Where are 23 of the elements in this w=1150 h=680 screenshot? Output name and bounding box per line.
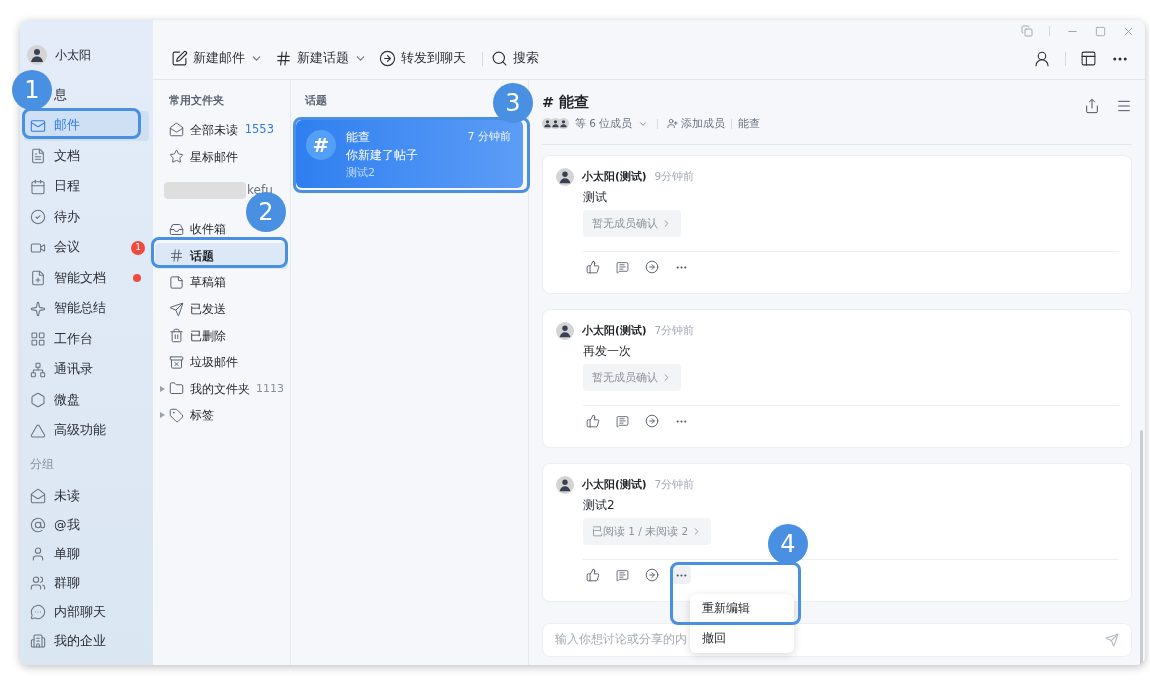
thread-title: # 能查 (542, 93, 591, 112)
item-count: 1113 (256, 380, 284, 397)
section-heading: 分组 (30, 455, 54, 473)
topic-avatar: # (306, 130, 336, 160)
topic-summary: 你新建了帖子 (346, 147, 419, 164)
section-heading: 常用文件夹 (169, 92, 224, 109)
author-name: 小太阳(测试) (582, 323, 647, 339)
topic-time: 7 分钟前 (467, 128, 511, 145)
author-name: 小太阳(测试) (582, 169, 647, 185)
message-text: 测试2 (583, 497, 616, 514)
section-heading: 话题 (305, 92, 327, 109)
message-time: 9分钟前 (654, 169, 695, 185)
unread-count: 1553 (244, 120, 274, 138)
thread-tag: 能查 (738, 116, 761, 132)
user-name: 小太阳 (55, 47, 91, 64)
message-time: 7分钟前 (654, 477, 695, 493)
topic-title: 能查 (346, 129, 370, 146)
message-text: 测试 (583, 189, 608, 206)
count-badge: 1 (131, 240, 145, 255)
topic-preview: 测试2 (346, 165, 376, 181)
author-name: 小太阳(测试) (582, 477, 647, 493)
message-time: 7分钟前 (654, 323, 695, 339)
message-text: 再发一次 (583, 343, 632, 360)
